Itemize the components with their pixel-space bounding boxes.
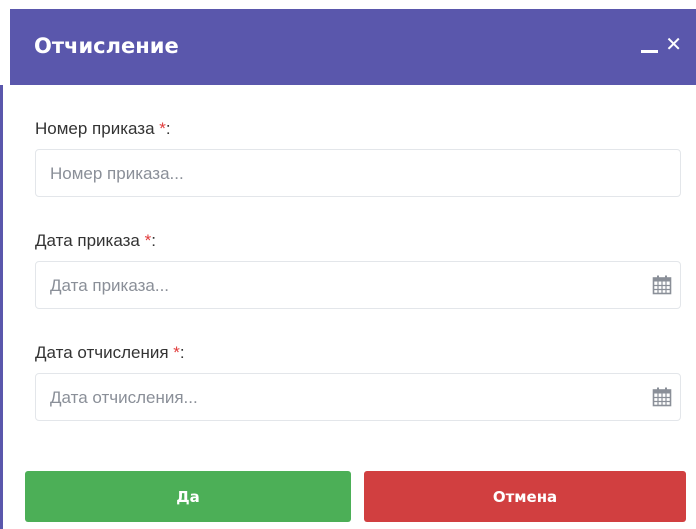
yes-button[interactable]: Да [25,471,351,522]
dismissal-date-label: Дата отчисления *: [35,343,185,363]
cancel-button[interactable]: Отмена [364,471,686,522]
order-number-field[interactable]: Номер приказа... [35,149,681,197]
order-date-placeholder: Дата приказа... [50,276,170,295]
minimize-icon[interactable] [641,49,659,53]
order-date-label-text: Дата приказа [35,231,145,250]
dialog-header: Отчисление ✕ [10,9,696,85]
calendar-icon[interactable] [652,275,672,295]
label-colon: : [151,231,156,250]
order-number-label-text: Номер приказа [35,119,160,138]
order-number-placeholder: Номер приказа... [50,164,184,183]
window-controls: ✕ [641,29,682,59]
order-number-label: Номер приказа *: [35,119,171,139]
dismissal-date-label-text: Дата отчисления [35,343,174,362]
calendar-icon[interactable] [652,387,672,407]
dismissal-dialog: Отчисление ✕ Номер приказа *: Номер прик… [0,0,696,529]
dismissal-date-field[interactable]: Дата отчисления... [35,373,681,421]
required-mark: * [173,343,180,362]
dialog-left-border [0,85,3,529]
order-date-field[interactable]: Дата приказа... [35,261,681,309]
required-mark: * [159,119,166,138]
close-icon[interactable]: ✕ [665,29,682,59]
dismissal-date-placeholder: Дата отчисления... [50,388,198,407]
label-colon: : [179,343,185,362]
dialog-title: Отчисление [34,34,179,58]
order-date-label: Дата приказа *: [35,231,156,251]
label-colon: : [165,119,171,138]
